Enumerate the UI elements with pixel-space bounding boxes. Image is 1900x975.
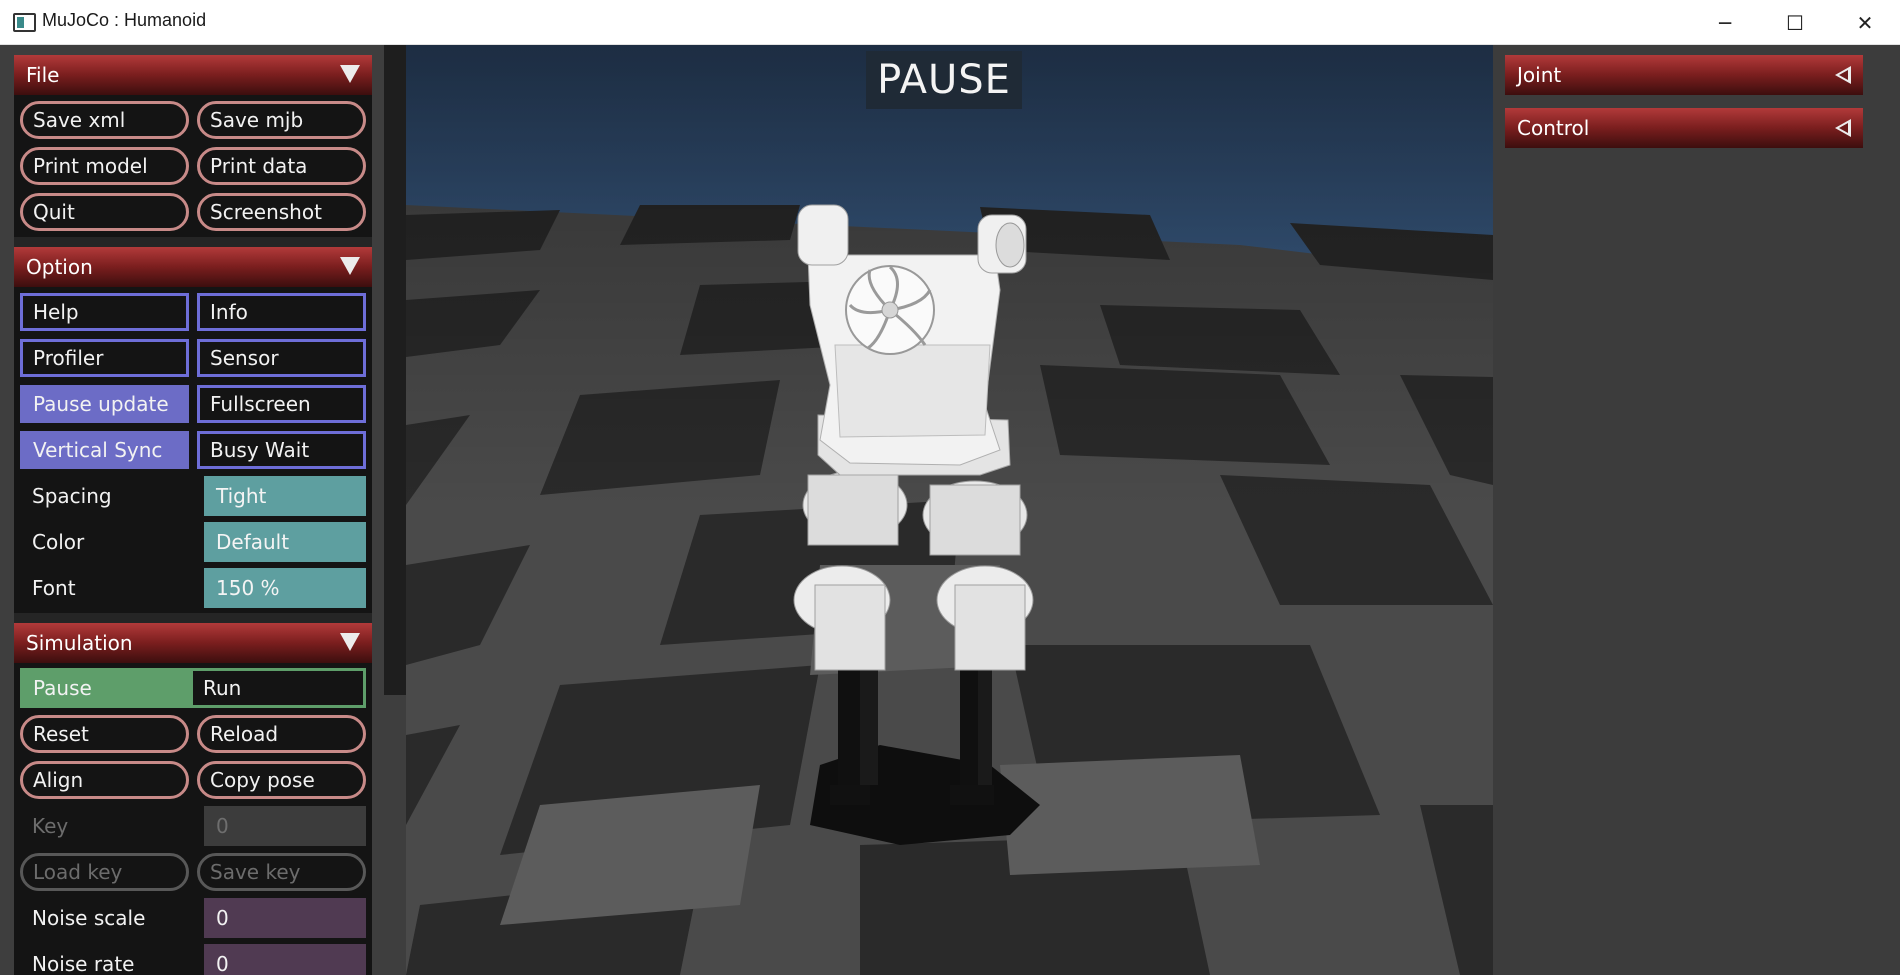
font-label: Font [32,576,76,600]
help-checkbox[interactable]: Help [20,293,189,331]
option-section-title: Option [26,255,93,279]
align-button[interactable]: Align [20,761,189,799]
spacing-label: Spacing [32,484,112,508]
pause-overlay-label: PAUSE [866,51,1022,109]
simulation-section-body: Pause Run Reset Reload Align Copy pose K… [14,663,372,975]
simulation-viewport[interactable]: PAUSE File Save xml Save mjb Print model… [0,45,1900,975]
left-panel-scrollbar[interactable] [384,45,406,695]
expand-triangle-icon [1835,119,1851,137]
file-section-body: Save xml Save mjb Print model Print data… [14,95,372,237]
app-icon [13,13,36,32]
collapse-triangle-icon [340,257,360,275]
vertical-sync-checkbox[interactable]: Vertical Sync [20,431,189,469]
control-section-header[interactable]: Control [1505,108,1863,148]
reload-button[interactable]: Reload [197,715,366,753]
noise-scale-label: Noise scale [32,906,146,930]
collapse-triangle-icon [340,633,360,651]
noise-rate-slider[interactable]: 0 [204,944,366,975]
joint-section-header[interactable]: Joint [1505,55,1863,95]
maximize-button[interactable]: ☐ [1760,0,1830,45]
collapse-triangle-icon [340,65,360,83]
pause-radio-option[interactable]: Pause [23,671,193,705]
font-select[interactable]: 150 % [204,568,366,608]
left-control-panel: File Save xml Save mjb Print model Print… [14,55,372,975]
copy-pose-button[interactable]: Copy pose [197,761,366,799]
print-data-button[interactable]: Print data [197,147,366,185]
load-key-button[interactable]: Load key [20,853,189,891]
spacing-select[interactable]: Tight [204,476,366,516]
reset-button[interactable]: Reset [20,715,189,753]
sensor-checkbox[interactable]: Sensor [197,339,366,377]
window-titlebar: MuJoCo : Humanoid ─ ☐ ✕ [0,0,1900,45]
minimize-button[interactable]: ─ [1690,0,1760,45]
screenshot-button[interactable]: Screenshot [197,193,366,231]
noise-scale-slider[interactable]: 0 [204,898,366,938]
option-section-body: Help Info Profiler Sensor Pause update F… [14,287,372,613]
save-mjb-button[interactable]: Save mjb [197,101,366,139]
file-section-title: File [26,63,60,87]
run-mode-radio[interactable]: Pause Run [20,668,366,708]
option-section-header[interactable]: Option [14,247,372,287]
busy-wait-checkbox[interactable]: Busy Wait [197,431,366,469]
color-label: Color [32,530,85,554]
quit-button[interactable]: Quit [20,193,189,231]
close-button[interactable]: ✕ [1830,0,1900,45]
print-model-button[interactable]: Print model [20,147,189,185]
color-select[interactable]: Default [204,522,366,562]
simulation-section-title: Simulation [26,631,133,655]
joint-section-title: Joint [1517,63,1562,87]
file-section-header[interactable]: File [14,55,372,95]
right-control-panel: Joint Control [1493,45,1900,975]
info-checkbox[interactable]: Info [197,293,366,331]
run-radio-option[interactable]: Run [193,671,363,705]
pause-update-checkbox[interactable]: Pause update [20,385,189,423]
key-slider[interactable]: 0 [204,806,366,846]
fullscreen-checkbox[interactable]: Fullscreen [197,385,366,423]
profiler-checkbox[interactable]: Profiler [20,339,189,377]
window-title: MuJoCo : Humanoid [42,10,207,30]
simulation-section-header[interactable]: Simulation [14,623,372,663]
noise-rate-label: Noise rate [32,952,135,975]
key-label: Key [32,814,69,838]
expand-triangle-icon [1835,66,1851,84]
save-xml-button[interactable]: Save xml [20,101,189,139]
save-key-button[interactable]: Save key [197,853,366,891]
control-section-title: Control [1517,116,1590,140]
